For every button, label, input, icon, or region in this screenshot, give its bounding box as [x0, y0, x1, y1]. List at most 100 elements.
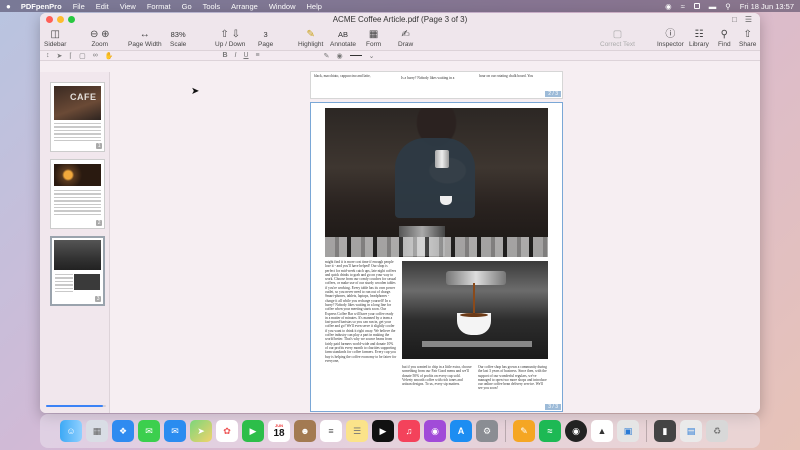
- launchpad-icon[interactable]: ▦: [86, 420, 108, 442]
- screen-icon[interactable]: [693, 3, 700, 9]
- safari-icon[interactable]: ❖: [112, 420, 134, 442]
- thumb-image: [74, 274, 100, 290]
- pointer-tool-icon[interactable]: ➤: [57, 52, 63, 60]
- italic-icon[interactable]: I: [235, 52, 237, 59]
- contacts-icon[interactable]: ☻: [294, 420, 316, 442]
- inspector-button[interactable]: ⓘ Inspector: [657, 29, 684, 48]
- page-thumbnail-2[interactable]: 2: [50, 159, 105, 229]
- form-icon: ▦: [368, 28, 379, 40]
- zoom-icon: ⊖ ⊕: [90, 28, 110, 40]
- reminders-icon[interactable]: ≡: [320, 420, 342, 442]
- lock-icon[interactable]: □: [732, 15, 737, 24]
- apple-menu-icon[interactable]: ●: [6, 2, 11, 11]
- page-3[interactable]: might find it is more cost time if enoug…: [311, 103, 562, 411]
- page-2-bottom[interactable]: black, macchiato, cappuccino and latte, …: [311, 72, 562, 98]
- up-down-button[interactable]: ⇧ ⇩ Up / Down: [215, 29, 245, 48]
- barista-photo[interactable]: [325, 108, 548, 257]
- select-tool-icon[interactable]: ↕: [46, 52, 50, 59]
- page-number-field[interactable]: 3: [264, 29, 268, 41]
- control-center-icon[interactable]: ◉: [665, 2, 672, 11]
- podcasts-icon[interactable]: ◉: [424, 420, 446, 442]
- tv-icon[interactable]: ▶: [372, 420, 394, 442]
- facetime-icon[interactable]: ▶: [242, 420, 264, 442]
- page-2-column-3: hour on our rotating chalk board. You: [479, 74, 534, 78]
- status-area: ◉ ≈ ▬ ⚲ Fri 18 Jun 13:57: [665, 2, 794, 11]
- page-3-column-3: Our coffee shop has grown a community du…: [478, 365, 547, 391]
- page-thumbnail-1[interactable]: CAFE 1: [50, 82, 105, 152]
- close-button[interactable]: [46, 16, 53, 23]
- search-icon[interactable]: ⚲: [725, 2, 731, 11]
- menu-clock[interactable]: Fri 18 Jun 13:57: [740, 2, 794, 11]
- pdfpen-icon[interactable]: ✎: [513, 420, 535, 442]
- cover-image: CAFE: [54, 86, 101, 120]
- line-style-chevron-icon[interactable]: ⌄: [369, 52, 375, 60]
- fill-color-icon[interactable]: ◉: [337, 52, 343, 60]
- bold-icon[interactable]: B: [222, 52, 227, 59]
- minimize-button[interactable]: [57, 16, 64, 23]
- scale-control[interactable]: 83% Scale: [170, 29, 186, 48]
- menu-view[interactable]: View: [120, 2, 136, 11]
- form-button[interactable]: ▦ Form: [366, 29, 381, 48]
- menu-window[interactable]: Window: [269, 2, 296, 11]
- files-icon[interactable]: ▤: [680, 420, 702, 442]
- photo-detail: [446, 271, 506, 285]
- link-tool-icon[interactable]: ∞: [93, 52, 98, 59]
- scale-value[interactable]: 83%: [171, 29, 186, 41]
- zoom-button[interactable]: [68, 16, 75, 23]
- sidebar-button[interactable]: ◫ Sidebar: [44, 29, 66, 48]
- notes-icon[interactable]: ☰: [346, 420, 368, 442]
- calendar-icon[interactable]: JUN 18: [268, 420, 290, 442]
- maps-icon[interactable]: ➤: [190, 420, 212, 442]
- scanner-icon[interactable]: ▮: [654, 420, 676, 442]
- menu-go[interactable]: Go: [182, 2, 192, 11]
- menu-file[interactable]: File: [73, 2, 85, 11]
- underline-icon[interactable]: U: [243, 52, 248, 59]
- thumbnail-sidebar: CAFE 1 2 3: [40, 72, 110, 413]
- menu-help[interactable]: Help: [307, 2, 322, 11]
- wifi-icon[interactable]: ≈: [681, 2, 685, 11]
- vpn-icon[interactable]: ▲: [591, 420, 613, 442]
- text-select-icon[interactable]: ⌈: [69, 52, 72, 60]
- correct-text-icon: ▢: [612, 28, 623, 40]
- espresso-photo[interactable]: [402, 261, 548, 359]
- annotate-button[interactable]: AB Annotate: [330, 29, 356, 48]
- spotify-icon[interactable]: ≈: [539, 420, 561, 442]
- find-button[interactable]: ⚲ Find: [718, 29, 731, 48]
- highlight-button[interactable]: ✎ Highlight: [298, 29, 323, 48]
- menu-edit[interactable]: Edit: [96, 2, 109, 11]
- settings-icon[interactable]: ⚙: [476, 420, 498, 442]
- zoom-button[interactable]: ⊖ ⊕ Zoom: [90, 29, 110, 48]
- draw-button[interactable]: ✍ Draw: [398, 29, 413, 48]
- photos-icon[interactable]: ✿: [216, 420, 238, 442]
- menu-format[interactable]: Format: [147, 2, 171, 11]
- share-button[interactable]: ⇧ Share: [739, 29, 756, 48]
- appstore-icon[interactable]: A: [450, 420, 472, 442]
- document-canvas[interactable]: black, macchiato, cappuccino and latte, …: [111, 72, 760, 413]
- window-menu-icon[interactable]: ☰: [745, 15, 752, 24]
- trash-icon[interactable]: ♻: [706, 420, 728, 442]
- menu-tools[interactable]: Tools: [203, 2, 221, 11]
- library-button[interactable]: ☷ Library: [689, 29, 709, 48]
- battery-icon[interactable]: ▬: [709, 2, 717, 11]
- line-style-swatch[interactable]: [349, 54, 362, 57]
- menu-arrange[interactable]: Arrange: [231, 2, 258, 11]
- thumb-image: [54, 240, 101, 270]
- photo-detail: [325, 237, 548, 257]
- align-icon[interactable]: ≡: [256, 52, 260, 59]
- messages-icon[interactable]: ✉: [138, 420, 160, 442]
- window-controls: [46, 16, 75, 23]
- page-width-button[interactable]: ↔ Page Width: [128, 29, 162, 48]
- page-thumbnail-3[interactable]: 3: [50, 236, 105, 306]
- music-icon[interactable]: ♫: [398, 420, 420, 442]
- obs-icon[interactable]: ◉: [565, 420, 587, 442]
- page-2-column-1: black, macchiato, cappuccino and latte,: [314, 74, 371, 78]
- preview-icon[interactable]: ▣: [617, 420, 639, 442]
- correct-text-button[interactable]: ▢ Correct Text: [600, 29, 635, 48]
- hand-tool-icon[interactable]: ✋: [105, 52, 114, 60]
- crop-tool-icon[interactable]: ▢: [79, 52, 86, 60]
- page-control[interactable]: 3 Page: [258, 29, 273, 48]
- pen-color-icon[interactable]: ✎: [324, 52, 330, 60]
- menu-app[interactable]: PDFpenPro: [21, 2, 62, 11]
- mail-icon[interactable]: ✉: [164, 420, 186, 442]
- finder-icon[interactable]: ☺: [60, 420, 82, 442]
